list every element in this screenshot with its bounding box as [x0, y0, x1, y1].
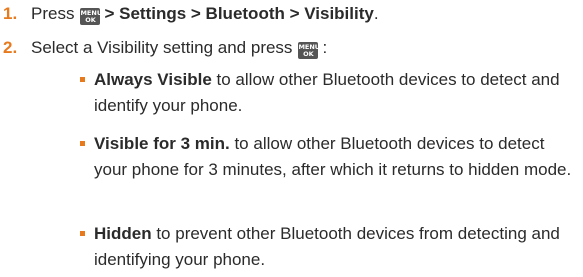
option-name: Always Visible: [94, 70, 212, 89]
option-text: Hidden to prevent other Bluetooth device…: [94, 221, 574, 272]
step-text: Press MENU OK > Settings > Bluetooth > Visi…: [31, 4, 379, 25]
option-hidden: Hidden to prevent other Bluetooth device…: [80, 221, 574, 272]
step-2: 2. Select a Visibility setting and press M…: [3, 38, 327, 59]
step-suffix: :: [322, 38, 328, 57]
bullet-icon: [80, 231, 85, 236]
step-text: Select a Visibility setting and press MEN…: [31, 38, 328, 59]
menu-ok-key-icon: MENU OK: [298, 42, 320, 59]
option-visible-3-min: Visible for 3 min. to allow other Blueto…: [80, 131, 574, 182]
step-suffix: .: [373, 4, 379, 23]
step-number: 2.: [3, 38, 18, 57]
key-label-bottom: OK: [85, 16, 96, 24]
menu-path: > Settings > Bluetooth > Visibility: [104, 4, 374, 23]
step-1: 1. Press MENU OK > Settings > Bluetooth > Vi…: [3, 4, 379, 25]
bullet-icon: [80, 141, 85, 146]
option-name: Hidden: [94, 224, 152, 243]
option-name: Visible for 3 min.: [94, 134, 230, 153]
instructions: 1. Press MENU OK > Settings > Bluetooth > Vi…: [0, 0, 583, 277]
option-description: to prevent other Bluetooth devices from …: [94, 224, 560, 269]
menu-ok-key-icon: MENU OK: [80, 8, 102, 25]
option-text: Visible for 3 min. to allow other Blueto…: [94, 131, 574, 182]
step-instruction: Select a Visibility setting and press: [31, 38, 293, 57]
option-text: Always Visible to allow other Bluetooth …: [94, 67, 574, 118]
option-always-visible: Always Visible to allow other Bluetooth …: [80, 67, 574, 118]
step-number: 1.: [3, 4, 18, 23]
key-label-bottom: OK: [303, 50, 314, 58]
step-prefix: Press: [31, 4, 75, 23]
bullet-icon: [80, 77, 85, 82]
